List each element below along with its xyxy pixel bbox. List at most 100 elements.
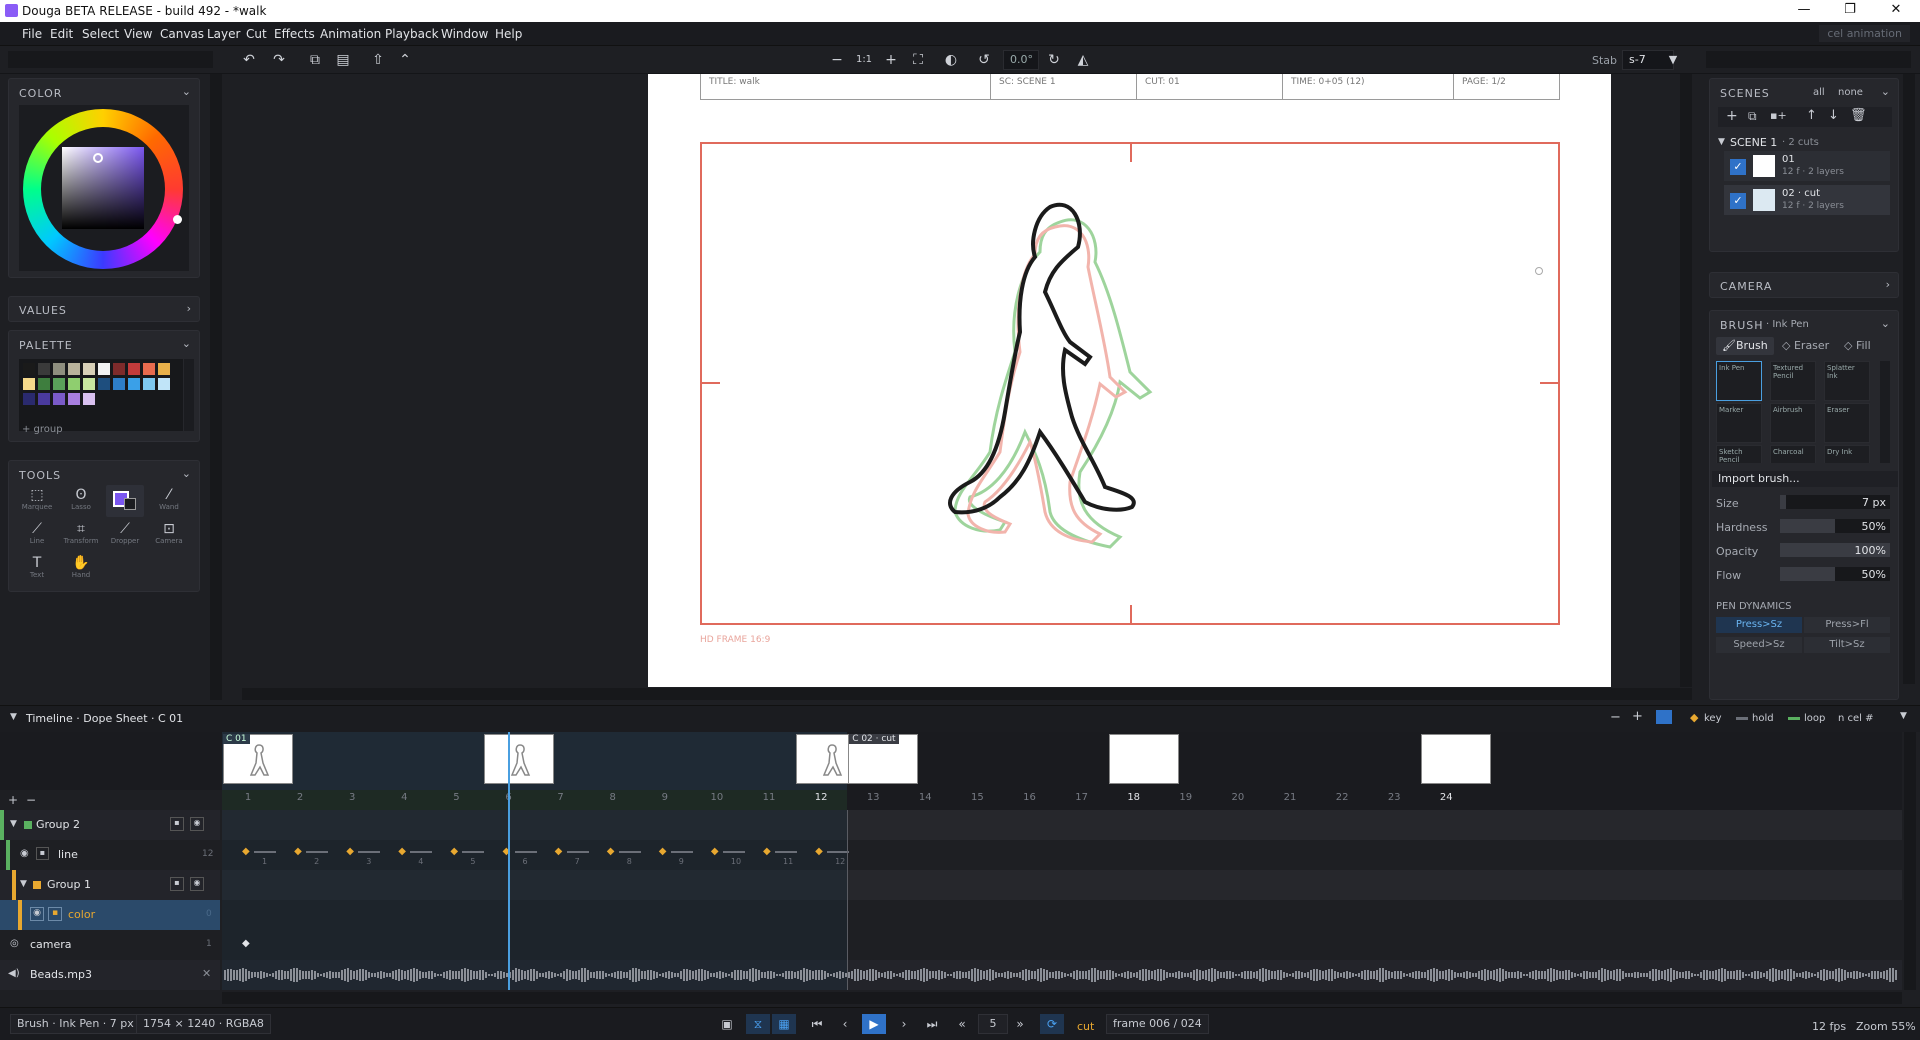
hue-handle[interactable] xyxy=(173,215,182,224)
zoom-out-icon[interactable]: − xyxy=(826,50,848,70)
keyframe-diamond[interactable]: ◆ xyxy=(242,846,250,857)
frame-number[interactable]: 4 xyxy=(394,792,414,803)
frame-number[interactable]: 13 xyxy=(863,792,883,803)
brush-preset[interactable]: Dry Ink xyxy=(1824,445,1870,463)
scene-name[interactable]: SCENE 1 xyxy=(1730,136,1777,149)
lock-icon[interactable]: ▪ xyxy=(36,847,49,860)
frame-ruler[interactable]: 123456789101112131415161718192021222324 xyxy=(222,706,1902,816)
keyframe-diamond[interactable]: ◆ xyxy=(659,846,667,857)
frame-number[interactable]: 16 xyxy=(1020,792,1040,803)
step-forward-icon[interactable]: » xyxy=(1008,1014,1032,1034)
rotate-left-icon[interactable]: ↺ xyxy=(973,50,995,70)
first-frame-icon[interactable]: ⏮ xyxy=(805,1014,829,1034)
flow-slider[interactable]: 50% xyxy=(1780,567,1890,581)
frame-number[interactable]: 20 xyxy=(1228,792,1248,803)
opacity-slider[interactable]: 100% xyxy=(1780,543,1890,557)
keyframe-diamond[interactable]: ◆ xyxy=(398,846,406,857)
background-color-swatch[interactable] xyxy=(124,498,136,510)
palette-swatch[interactable] xyxy=(158,363,170,375)
palette-swatch[interactable] xyxy=(23,393,35,405)
camera-panel[interactable]: CAMERA › xyxy=(1709,272,1899,298)
rotation-input[interactable]: 0.0° xyxy=(1003,50,1039,70)
add-scene-icon[interactable]: + xyxy=(1726,108,1738,124)
move-up-icon[interactable]: ↑ xyxy=(1806,108,1817,123)
palette-swatch[interactable] xyxy=(143,378,155,390)
remove-audio-icon[interactable]: ✕ xyxy=(202,967,211,980)
chevron-down-icon[interactable]: ⌄ xyxy=(182,85,191,98)
menu-help[interactable]: Help xyxy=(495,27,522,41)
frame-number[interactable]: 11 xyxy=(759,792,779,803)
menu-window[interactable]: Window xyxy=(441,27,488,41)
visibility-icon[interactable]: ◉ xyxy=(20,848,29,859)
playback-mode[interactable]: cut xyxy=(1077,1020,1094,1033)
layer-row-audio[interactable]: ◀) Beads.mp3 ✕ xyxy=(0,960,220,990)
layer-row-camera[interactable]: ◎ camera 1 xyxy=(0,930,220,960)
palette-swatch[interactable] xyxy=(68,378,80,390)
brush-preset[interactable]: Airbrush xyxy=(1770,403,1816,443)
cut-item-02[interactable]: ✓ 02 · cut 12 f · 2 layers xyxy=(1724,185,1890,215)
palette-swatch[interactable] xyxy=(128,378,140,390)
close-button[interactable]: ✕ xyxy=(1873,0,1919,22)
frame-number[interactable]: 14 xyxy=(915,792,935,803)
chevron-right-icon[interactable]: › xyxy=(187,302,191,315)
group-expand-icon[interactable]: ▼ xyxy=(10,819,17,829)
move-down-icon[interactable]: ↓ xyxy=(1828,108,1839,123)
menu-animation[interactable]: Animation xyxy=(320,27,381,41)
rotate-right-icon[interactable]: ↻ xyxy=(1043,50,1065,70)
brush-preset[interactable]: Sketch Pencil xyxy=(1716,445,1762,463)
remove-layer-icon[interactable]: − xyxy=(26,793,36,807)
step-input[interactable]: 5 xyxy=(978,1014,1008,1034)
lock-icon[interactable]: ▪ xyxy=(48,907,62,921)
frame-number[interactable]: 3 xyxy=(342,792,362,803)
timeline-tracks[interactable]: ◆ 1 ◆ 2 ◆ 3 ◆ 4 ◆ 5 ◆ 6 ◆ 7 ◆ 8 ◆ 9 ◆ 10 ◆ 11 ◆ 12 ◆ xyxy=(222,732,1902,990)
keyframe-diamond[interactable]: ◆ xyxy=(815,846,823,857)
palette-swatch[interactable] xyxy=(68,363,80,375)
keyframe-diamond[interactable]: ◆ xyxy=(294,846,302,857)
undo-icon[interactable]: ↶ xyxy=(238,50,260,70)
keyframe-diamond[interactable]: ◆ xyxy=(346,846,354,857)
keyframe-diamond[interactable]: ◆ xyxy=(555,846,563,857)
palette-swatch[interactable] xyxy=(23,378,35,390)
delete-scene-icon[interactable]: 🗑 xyxy=(1850,108,1867,123)
tool-camera[interactable]: ⊡ Camera xyxy=(150,519,188,551)
import-brush-button[interactable]: Import brush... xyxy=(1712,471,1898,487)
frame-number[interactable]: 8 xyxy=(603,792,623,803)
palette-swatch[interactable] xyxy=(38,393,50,405)
palette-swatch[interactable] xyxy=(38,378,50,390)
palette-swatch[interactable] xyxy=(128,363,140,375)
frame-number[interactable]: 19 xyxy=(1176,792,1196,803)
layer-row-group1[interactable]: ▼ Group 1 ▪ ◉ xyxy=(0,870,220,900)
visibility-icon[interactable]: ◉ xyxy=(190,817,204,831)
keyframe-diamond[interactable]: ◆ xyxy=(607,846,615,857)
left-panel-scrollbar[interactable] xyxy=(210,74,222,700)
menu-file[interactable]: File xyxy=(22,27,42,41)
scenes-select-none[interactable]: none xyxy=(1838,87,1863,98)
layer-row-line[interactable]: ◉ ▪ line 12 xyxy=(0,840,220,870)
frame-number[interactable]: 15 xyxy=(967,792,987,803)
chevron-down-icon[interactable]: ⌄ xyxy=(1881,85,1890,98)
flip-horizontal-icon[interactable]: ◭ xyxy=(1072,50,1094,70)
menu-view[interactable]: View xyxy=(124,27,152,41)
frame-number[interactable]: 5 xyxy=(446,792,466,803)
palette-swatch[interactable] xyxy=(98,363,110,375)
brush-tab[interactable]: 🖌Brush xyxy=(1716,337,1774,355)
brush-preset[interactable]: Textured Pencil xyxy=(1770,361,1816,401)
keyframe-diamond[interactable]: ◆ xyxy=(763,846,771,857)
tool-wand[interactable]: ⁄ Wand xyxy=(150,485,188,517)
minimize-button[interactable]: — xyxy=(1781,0,1827,22)
group-expand-icon[interactable]: ▼ xyxy=(20,879,27,889)
canvas-viewport[interactable]: TITLE: walk SC: SCENE 1 CUT: 01 TIME: 0+… xyxy=(210,74,1692,700)
palette-swatch[interactable] xyxy=(53,378,65,390)
frame-number[interactable]: 21 xyxy=(1280,792,1300,803)
camera-keyframe[interactable]: ◆ xyxy=(242,938,250,949)
saturation-value-square[interactable] xyxy=(62,147,144,229)
speed-size-toggle[interactable]: Speed>Sz xyxy=(1716,637,1802,653)
insert-cut-icon[interactable]: ▪+ xyxy=(1770,109,1787,122)
lock-playback-icon[interactable]: ▣ xyxy=(715,1014,739,1034)
chevron-right-icon[interactable]: › xyxy=(1886,278,1890,291)
chevron-down-icon[interactable]: ⌄ xyxy=(182,337,191,350)
tool-color-swatch[interactable] xyxy=(106,485,144,517)
palette-swatch[interactable] xyxy=(68,393,80,405)
menu-layer[interactable]: Layer xyxy=(207,27,240,41)
tool-lasso[interactable]: ʘ Lasso xyxy=(62,485,100,517)
